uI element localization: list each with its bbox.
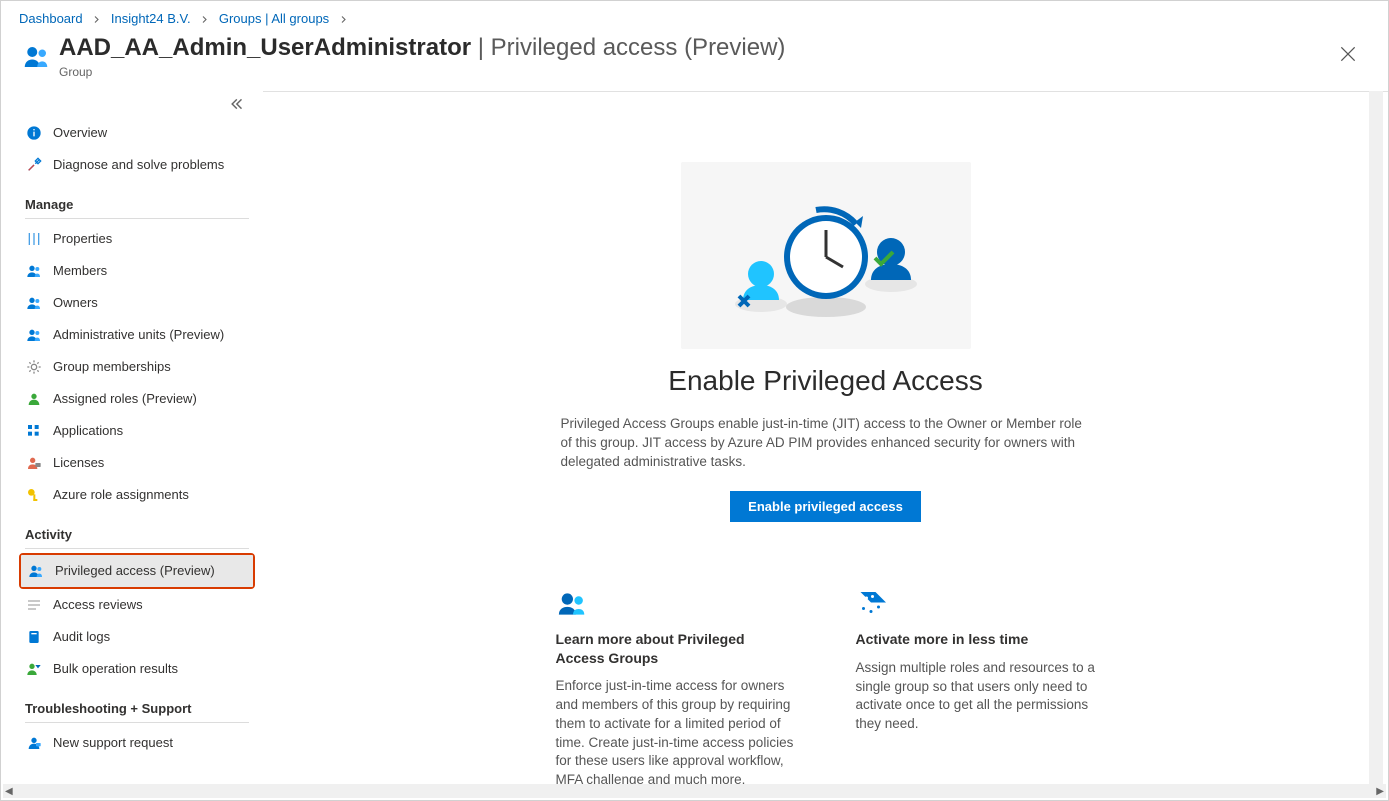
breadcrumb-item-org[interactable]: Insight24 B.V. <box>111 11 191 26</box>
sidebar-section-manage: Manage <box>25 197 249 219</box>
sidebar: Overview Diagnose and solve problems Mana… <box>1 91 263 800</box>
page-header: AAD_AA_Admin_UserAdministrator | Privile… <box>1 30 1388 91</box>
grid-icon <box>25 422 43 440</box>
sidebar-item-label: Administrative units (Preview) <box>53 327 224 342</box>
sidebar-item-label: Privileged access (Preview) <box>55 563 215 578</box>
info-card-body: Assign multiple roles and resources to a… <box>856 659 1096 735</box>
people-icon <box>25 326 43 344</box>
horizontal-scrollbar[interactable]: ◀ ▶ <box>3 784 1386 798</box>
sidebar-item-label: Access reviews <box>53 597 143 612</box>
sidebar-section-support: Troubleshooting + Support <box>25 701 249 723</box>
sidebar-item-diagnose-and-solve-problems[interactable]: Diagnose and solve problems <box>19 149 255 181</box>
sidebar-item-overview[interactable]: Overview <box>19 117 255 149</box>
info-card-body: Enforce just-in-time access for owners a… <box>556 677 796 790</box>
page-subtitle: Group <box>59 65 785 79</box>
sidebar-item-audit-logs[interactable]: Audit logs <box>19 621 255 653</box>
main-content: Enable Privileged Access Privileged Acce… <box>263 91 1388 800</box>
chevron-right-icon <box>92 11 105 26</box>
people-icon <box>27 562 45 580</box>
sidebar-item-members[interactable]: Members <box>19 255 255 287</box>
sidebar-item-access-reviews[interactable]: Access reviews <box>19 589 255 621</box>
person-icon <box>25 390 43 408</box>
people-icon <box>25 262 43 280</box>
info-icon <box>25 124 43 142</box>
book-icon <box>25 628 43 646</box>
sidebar-item-label: Overview <box>53 125 107 140</box>
scroll-left-arrow-icon[interactable]: ◀ <box>5 786 13 797</box>
sidebar-item-licenses[interactable]: Licenses <box>19 447 255 479</box>
collapse-sidebar-button[interactable] <box>19 91 255 117</box>
info-card-learn-more: Learn more about Privileged Access Group… <box>556 592 796 790</box>
close-icon[interactable] <box>1338 44 1366 72</box>
info-card-title: Learn more about Privileged Access Group… <box>556 630 796 666</box>
license-icon <box>25 454 43 472</box>
info-card-activate: Activate more in less time Assign multip… <box>856 592 1096 790</box>
sidebar-item-label: Assigned roles (Preview) <box>53 391 197 406</box>
enable-privileged-access-button[interactable]: Enable privileged access <box>730 491 921 522</box>
sidebar-item-azure-role-assignments[interactable]: Azure role assignments <box>19 479 255 511</box>
page-title: AAD_AA_Admin_UserAdministrator | Privile… <box>59 34 785 63</box>
info-card-title: Activate more in less time <box>856 630 1096 648</box>
bulk-icon <box>25 660 43 678</box>
breadcrumb-item-groups[interactable]: Groups | All groups <box>219 11 329 26</box>
sidebar-item-label: Diagnose and solve problems <box>53 157 224 172</box>
hero-description: Privileged Access Groups enable just-in-… <box>561 415 1091 472</box>
hero-title: Enable Privileged Access <box>416 365 1236 397</box>
breadcrumb: Dashboard Insight24 B.V. Groups | All gr… <box>1 1 1388 30</box>
sliders-icon <box>25 230 43 248</box>
sidebar-section-activity: Activity <box>25 527 249 549</box>
sidebar-item-label: Members <box>53 263 107 278</box>
sidebar-item-label: Azure role assignments <box>53 487 189 502</box>
group-icon <box>19 40 53 74</box>
magic-info-icon <box>856 592 1096 616</box>
highlight-box: Privileged access (Preview) <box>19 553 255 589</box>
support-icon <box>25 734 43 752</box>
sidebar-item-label: Owners <box>53 295 98 310</box>
sidebar-item-group-memberships[interactable]: Group memberships <box>19 351 255 383</box>
sidebar-item-label: Applications <box>53 423 123 438</box>
scroll-right-arrow-icon[interactable]: ▶ <box>1376 786 1384 797</box>
key-icon <box>25 486 43 504</box>
sidebar-item-privileged-access-preview[interactable]: Privileged access (Preview) <box>21 555 253 587</box>
chevron-right-icon <box>339 11 348 26</box>
sidebar-item-assigned-roles-preview[interactable]: Assigned roles (Preview) <box>19 383 255 415</box>
people-info-icon <box>556 592 796 616</box>
sidebar-item-administrative-units-preview[interactable]: Administrative units (Preview) <box>19 319 255 351</box>
vertical-scrollbar[interactable] <box>1369 91 1383 784</box>
hero-illustration <box>681 162 971 349</box>
breadcrumb-item-dashboard[interactable]: Dashboard <box>19 11 83 26</box>
sidebar-item-properties[interactable]: Properties <box>19 223 255 255</box>
sidebar-item-label: New support request <box>53 735 173 750</box>
sidebar-item-label: Properties <box>53 231 112 246</box>
sidebar-item-label: Group memberships <box>53 359 171 374</box>
sidebar-item-label: Audit logs <box>53 629 110 644</box>
sidebar-item-bulk-operation-results[interactable]: Bulk operation results <box>19 653 255 685</box>
sidebar-item-new-support-request[interactable]: New support request <box>19 727 255 759</box>
wrench-icon <box>25 156 43 174</box>
sidebar-item-label: Licenses <box>53 455 104 470</box>
sidebar-item-label: Bulk operation results <box>53 661 178 676</box>
gear-icon <box>25 358 43 376</box>
chevron-right-icon <box>200 11 213 26</box>
sidebar-item-applications[interactable]: Applications <box>19 415 255 447</box>
sidebar-item-owners[interactable]: Owners <box>19 287 255 319</box>
lines-icon <box>25 596 43 614</box>
people-icon <box>25 294 43 312</box>
